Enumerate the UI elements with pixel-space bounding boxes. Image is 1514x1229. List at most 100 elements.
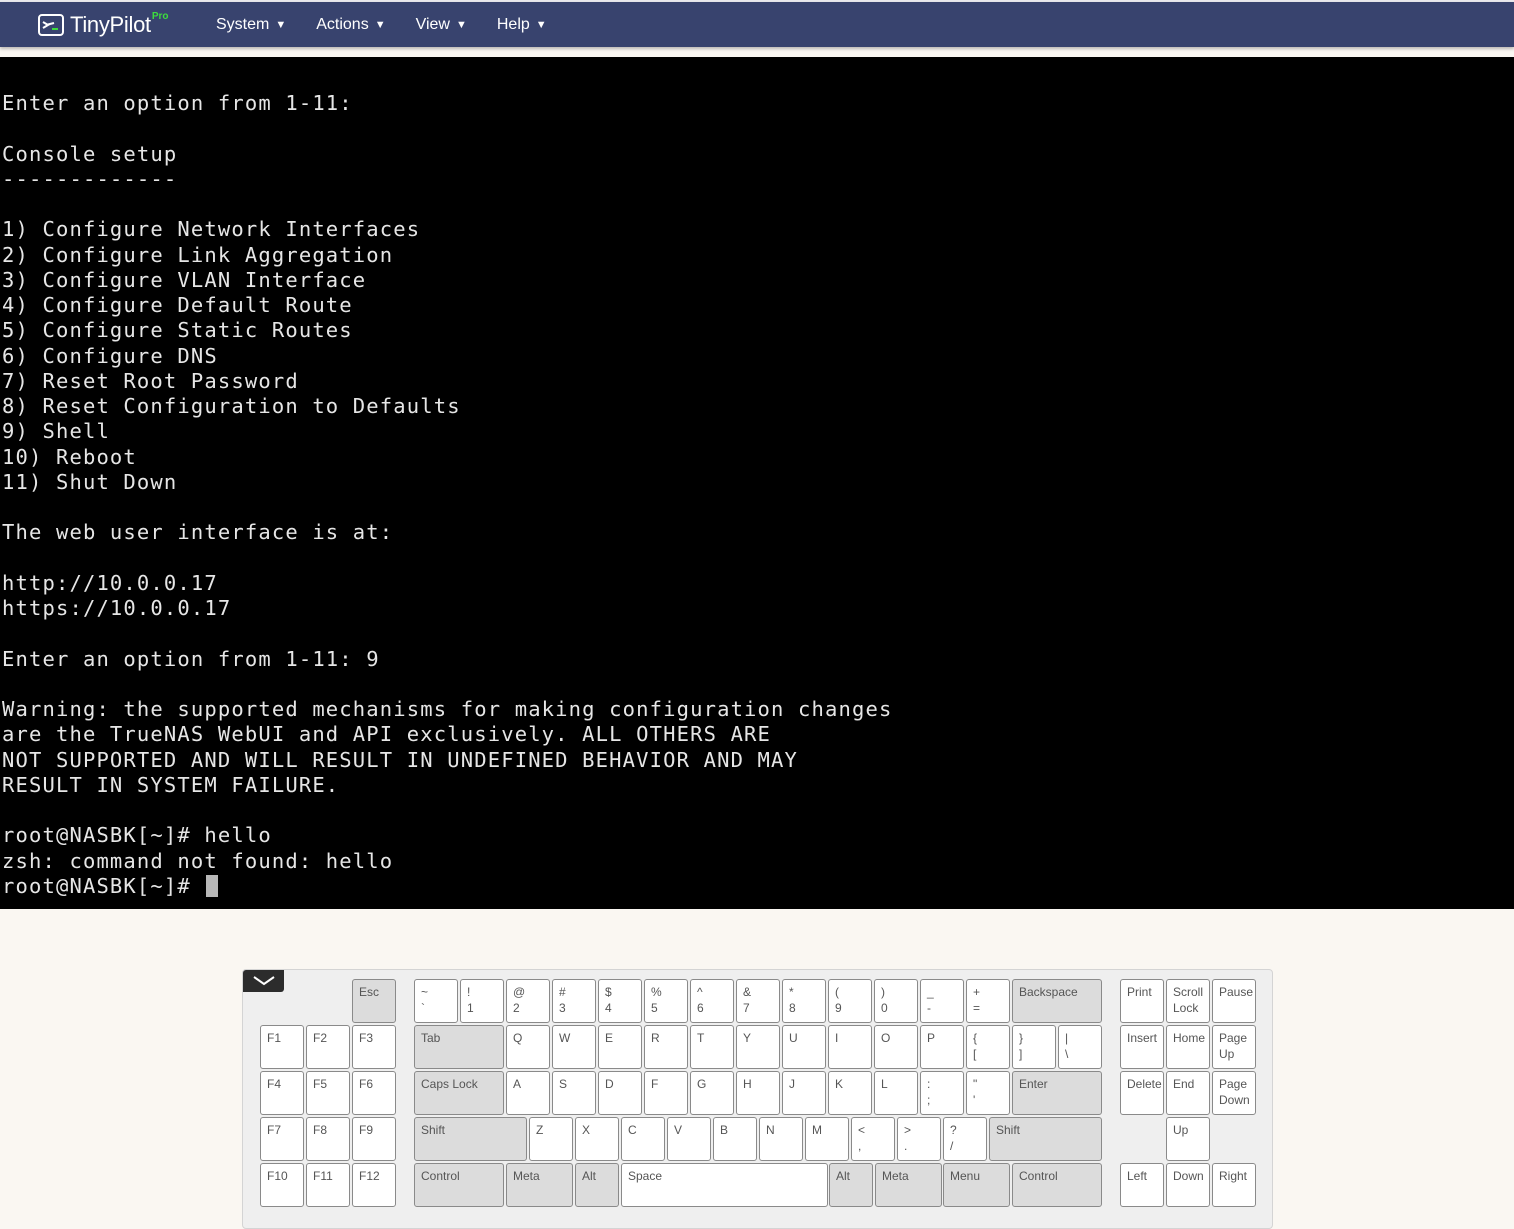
key-2[interactable]: @2 <box>506 979 550 1023</box>
menu-help[interactable]: Help ▼ <box>497 16 547 34</box>
menu-system[interactable]: System ▼ <box>216 16 286 34</box>
key-end[interactable]: End <box>1166 1071 1210 1115</box>
key-rshift[interactable]: Shift <box>989 1117 1102 1161</box>
key-down[interactable]: Down <box>1166 1163 1210 1207</box>
key-rctrl[interactable]: Control <box>1012 1163 1102 1207</box>
key-f6[interactable]: F6 <box>352 1071 396 1115</box>
key-w[interactable]: W <box>552 1025 596 1069</box>
key-8[interactable]: * 8 <box>782 979 826 1023</box>
key-3[interactable]: #3 <box>552 979 596 1023</box>
key-pageup[interactable]: Page Up <box>1212 1025 1256 1069</box>
key-1[interactable]: ! 1 <box>460 979 504 1023</box>
key-f11[interactable]: F11 <box>306 1163 350 1207</box>
key-9[interactable]: (9 <box>828 979 872 1023</box>
key-i[interactable]: I <box>828 1025 872 1069</box>
key-backspace[interactable]: Backspace <box>1012 979 1102 1023</box>
key-enter[interactable]: Enter <box>1012 1071 1102 1115</box>
key-z[interactable]: Z <box>529 1117 573 1161</box>
remote-screen[interactable]: Enter an option from 1-11: Console setup… <box>0 57 1514 909</box>
key-f4[interactable]: F4 <box>260 1071 304 1115</box>
key-j[interactable]: J <box>782 1071 826 1115</box>
key-pagedown[interactable]: Page Down <box>1212 1071 1256 1115</box>
key-label: ? <box>950 1123 957 1137</box>
key-rbracket[interactable]: }] <box>1012 1025 1056 1069</box>
key-v[interactable]: V <box>667 1117 711 1161</box>
key-y[interactable]: Y <box>736 1025 780 1069</box>
key-q[interactable]: Q <box>506 1025 550 1069</box>
key-f9[interactable]: F9 <box>352 1117 396 1161</box>
key-lbracket[interactable]: {[ <box>966 1025 1010 1069</box>
key-quote[interactable]: " ' <box>966 1071 1010 1115</box>
key-comma[interactable]: <, <box>851 1117 895 1161</box>
key-k[interactable]: K <box>828 1071 872 1115</box>
key-equal[interactable]: + = <box>966 979 1010 1023</box>
key-r[interactable]: R <box>644 1025 688 1069</box>
key-lctrl[interactable]: Control <box>414 1163 504 1207</box>
key-u[interactable]: U <box>782 1025 826 1069</box>
key-delete[interactable]: Delete <box>1120 1071 1164 1115</box>
key-space[interactable]: Space <box>621 1163 828 1207</box>
key-4[interactable]: $4 <box>598 979 642 1023</box>
key-g[interactable]: G <box>690 1071 734 1115</box>
key-f3[interactable]: F3 <box>352 1025 396 1069</box>
key-backslash[interactable]: | \ <box>1058 1025 1102 1069</box>
key-s[interactable]: S <box>552 1071 596 1115</box>
key-lalt[interactable]: Alt <box>575 1163 619 1207</box>
key-right[interactable]: Right <box>1212 1163 1256 1207</box>
key-f10[interactable]: F10 <box>260 1163 304 1207</box>
key-lmeta[interactable]: Meta <box>506 1163 573 1207</box>
key-print[interactable]: Print <box>1120 979 1164 1023</box>
key-h[interactable]: H <box>736 1071 780 1115</box>
key-semicolon[interactable]: :; <box>920 1071 964 1115</box>
key-f5[interactable]: F5 <box>306 1071 350 1115</box>
key-scrolllock[interactable]: Scroll Lock <box>1166 979 1210 1023</box>
key-slash[interactable]: ? / <box>943 1117 987 1161</box>
key-lshift[interactable]: Shift <box>414 1117 527 1161</box>
key-a[interactable]: A <box>506 1071 550 1115</box>
key-7[interactable]: & 7 <box>736 979 780 1023</box>
key-f2[interactable]: F2 <box>306 1025 350 1069</box>
key-6[interactable]: ^ 6 <box>690 979 734 1023</box>
key-m[interactable]: M <box>805 1117 849 1161</box>
key-tab[interactable]: Tab <box>414 1025 504 1069</box>
key-left[interactable]: Left <box>1120 1163 1164 1207</box>
key-o[interactable]: O <box>874 1025 918 1069</box>
logo[interactable]: TinyPilot Pro <box>38 10 169 38</box>
key-pause[interactable]: Pause <box>1212 979 1256 1023</box>
key-b[interactable]: B <box>713 1117 757 1161</box>
key-home[interactable]: Home <box>1166 1025 1210 1069</box>
menu-view[interactable]: View ▼ <box>416 16 467 34</box>
menu-actions[interactable]: Actions ▼ <box>316 16 385 34</box>
key-f[interactable]: F <box>644 1071 688 1115</box>
key-minus[interactable]: _ - <box>920 979 964 1023</box>
key-d[interactable]: D <box>598 1071 642 1115</box>
key-5[interactable]: % 5 <box>644 979 688 1023</box>
key-insert[interactable]: Insert <box>1120 1025 1164 1069</box>
key-backtick[interactable]: ~ ` <box>414 979 458 1023</box>
key-esc[interactable]: Esc <box>352 979 396 1023</box>
key-p[interactable]: P <box>920 1025 964 1069</box>
key-ralt[interactable]: Alt <box>829 1163 873 1207</box>
key-sublabel: 8 <box>789 1001 796 1015</box>
key-period[interactable]: >. <box>897 1117 941 1161</box>
key-l[interactable]: L <box>874 1071 918 1115</box>
keyboard-toggle-button[interactable] <box>243 970 284 992</box>
key-t[interactable]: T <box>690 1025 734 1069</box>
key-n[interactable]: N <box>759 1117 803 1161</box>
key-label: W <box>559 1031 571 1045</box>
key-x[interactable]: X <box>575 1117 619 1161</box>
key-menu[interactable]: Menu <box>943 1163 1010 1207</box>
key-f8[interactable]: F8 <box>306 1117 350 1161</box>
key-c[interactable]: C <box>621 1117 665 1161</box>
key-f7[interactable]: F7 <box>260 1117 304 1161</box>
key-label: F7 <box>267 1123 282 1137</box>
key-f1[interactable]: F1 <box>260 1025 304 1069</box>
key-0[interactable]: ) 0 <box>874 979 918 1023</box>
key-capslock[interactable]: Caps Lock <box>414 1071 504 1115</box>
key-f12[interactable]: F12 <box>352 1163 396 1207</box>
key-rmeta[interactable]: Meta <box>875 1163 942 1207</box>
key-label: H <box>743 1077 752 1091</box>
key-e[interactable]: E <box>598 1025 642 1069</box>
key-up[interactable]: Up <box>1166 1117 1210 1161</box>
pro-badge: Pro <box>151 10 169 22</box>
